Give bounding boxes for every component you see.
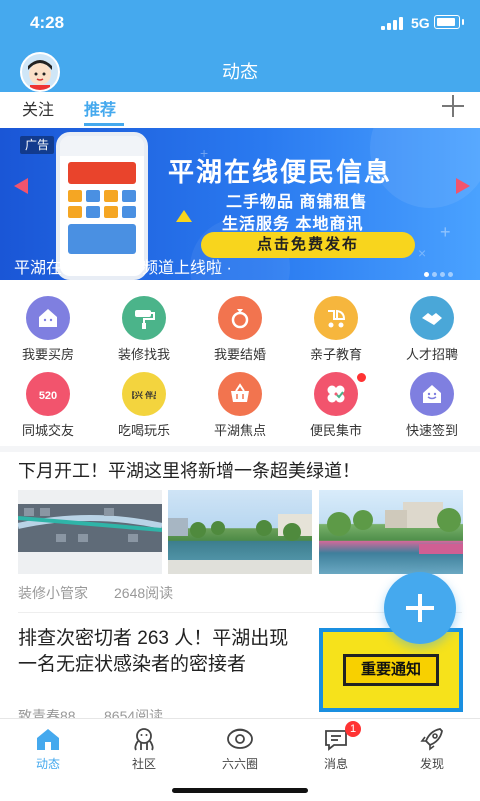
add-post-button[interactable] — [384, 572, 456, 644]
svg-text:嘉兴 伴品: 嘉兴 伴品 — [132, 390, 156, 400]
battery-tip — [462, 19, 464, 25]
battery-icon — [434, 15, 460, 29]
clover-icon — [314, 372, 358, 416]
banner-next-arrow-icon — [456, 178, 470, 194]
community-icon — [134, 728, 154, 751]
network-label: 5G — [411, 15, 430, 31]
message-badge: 1 — [345, 721, 361, 737]
banner-headline: 平湖在线便民信息 — [168, 157, 393, 187]
add-channel-icon[interactable] — [442, 95, 464, 117]
nav-item-community[interactable]: 社区 — [96, 719, 192, 779]
nav-item-discover[interactable]: 发现 — [384, 719, 480, 779]
banner-line-1: 二手物品 商铺租售 — [226, 194, 368, 211]
category-label: 我要买房 — [21, 347, 74, 362]
article-thumbnail-map[interactable] — [18, 490, 162, 574]
banner-cta-button[interactable]: 点击免费发布 — [201, 232, 415, 258]
category-label: 装修找我 — [117, 347, 170, 362]
svg-text:520: 520 — [39, 390, 57, 402]
handshake-icon — [410, 296, 454, 340]
nav-label: 消息 — [323, 757, 348, 771]
food-icon: 嘉兴 伴品 — [122, 372, 166, 416]
svg-text:×: × — [418, 245, 426, 261]
nav-label: 动态 — [35, 757, 60, 771]
nav-label: 社区 — [131, 757, 156, 771]
banner-prev-arrow-icon — [14, 178, 28, 194]
nav-label: 六六圈 — [221, 757, 258, 771]
category-focus[interactable]: 平湖焦点 — [192, 366, 288, 438]
home-indicator — [172, 788, 308, 793]
ad-tag: 广告 — [20, 136, 55, 154]
status-bar: 4:28 5G — [0, 0, 480, 44]
category-food[interactable]: 嘉兴 伴品 吃喝玩乐 — [96, 366, 192, 438]
article-thumbnail-river[interactable] — [168, 490, 312, 574]
ring-icon — [218, 296, 262, 340]
category-jobs[interactable]: 人才招聘 — [384, 290, 480, 362]
checkin-icon — [410, 372, 454, 416]
rocket-icon — [420, 728, 443, 751]
tab-recommend[interactable]: 推荐 — [84, 96, 116, 120]
page-title: 动态 — [222, 62, 258, 82]
article-thumbnail-notice[interactable]: 重要通知 — [319, 628, 463, 712]
section-divider — [0, 446, 480, 452]
category-label: 同城交友 — [21, 423, 74, 438]
category-buy-house[interactable]: 我要买房 — [0, 290, 96, 362]
category-checkin[interactable]: 快速签到 — [384, 366, 480, 438]
category-label: 人才招聘 — [405, 347, 458, 362]
nav-label: 发现 — [419, 757, 444, 771]
tab-follow[interactable]: 关注 — [22, 96, 54, 120]
paint-roller-icon — [122, 296, 166, 340]
basket-icon — [218, 372, 262, 416]
article-title[interactable]: 下月开工！平湖这里将新增一条超美绿道！ — [18, 457, 360, 483]
banner-caption: 平湖在线便民信息频道上线啦 · — [14, 260, 232, 277]
heart-520-icon: 520 — [26, 372, 70, 416]
category-education[interactable]: 亲子教育 — [288, 290, 384, 362]
category-market[interactable]: 便民集市 — [288, 366, 384, 438]
category-label: 我要结婚 — [213, 347, 266, 362]
category-label: 亲子教育 — [309, 347, 362, 362]
article-author: 装修小管家 — [18, 585, 88, 601]
article-thumbnail-greenway[interactable] — [319, 490, 463, 574]
triangle-decoration — [176, 210, 192, 222]
channel-tabs: 关注 推荐 — [0, 92, 480, 126]
nav-item-messages[interactable]: 1 消息 — [288, 719, 384, 779]
category-label: 便民集市 — [309, 423, 362, 438]
article-reads: 2648阅读 — [114, 585, 174, 601]
carousel-dots — [424, 264, 456, 282]
active-tab-indicator — [84, 123, 124, 126]
article-title[interactable]: 排查次密切者 263 人！平湖出现一名无症状感染者的密接者 — [18, 626, 298, 678]
category-wedding[interactable]: 我要结婚 — [192, 290, 288, 362]
category-label: 快速签到 — [405, 423, 458, 438]
category-dating[interactable]: 520 同城交友 — [0, 366, 96, 438]
category-label: 吃喝玩乐 — [117, 423, 170, 438]
app-header: 4:28 5G 动态 — [0, 0, 480, 92]
notice-label: 重要通知 — [343, 654, 439, 686]
category-label: 平湖焦点 — [213, 423, 266, 438]
nav-item-circle[interactable]: 六六圈 — [192, 719, 288, 779]
circle-icon — [227, 728, 253, 749]
banner-line-2: 生活服务 本地商讯 — [222, 216, 364, 233]
notification-dot — [356, 372, 367, 383]
signal-icon — [381, 17, 403, 30]
status-time: 4:28 — [30, 13, 65, 32]
nav-item-home[interactable]: 动态 — [0, 719, 96, 779]
stroller-icon — [314, 296, 358, 340]
svg-text:+: + — [440, 222, 451, 242]
home-icon — [37, 729, 59, 750]
category-decoration[interactable]: 装修找我 — [96, 290, 192, 362]
house-icon — [26, 296, 70, 340]
